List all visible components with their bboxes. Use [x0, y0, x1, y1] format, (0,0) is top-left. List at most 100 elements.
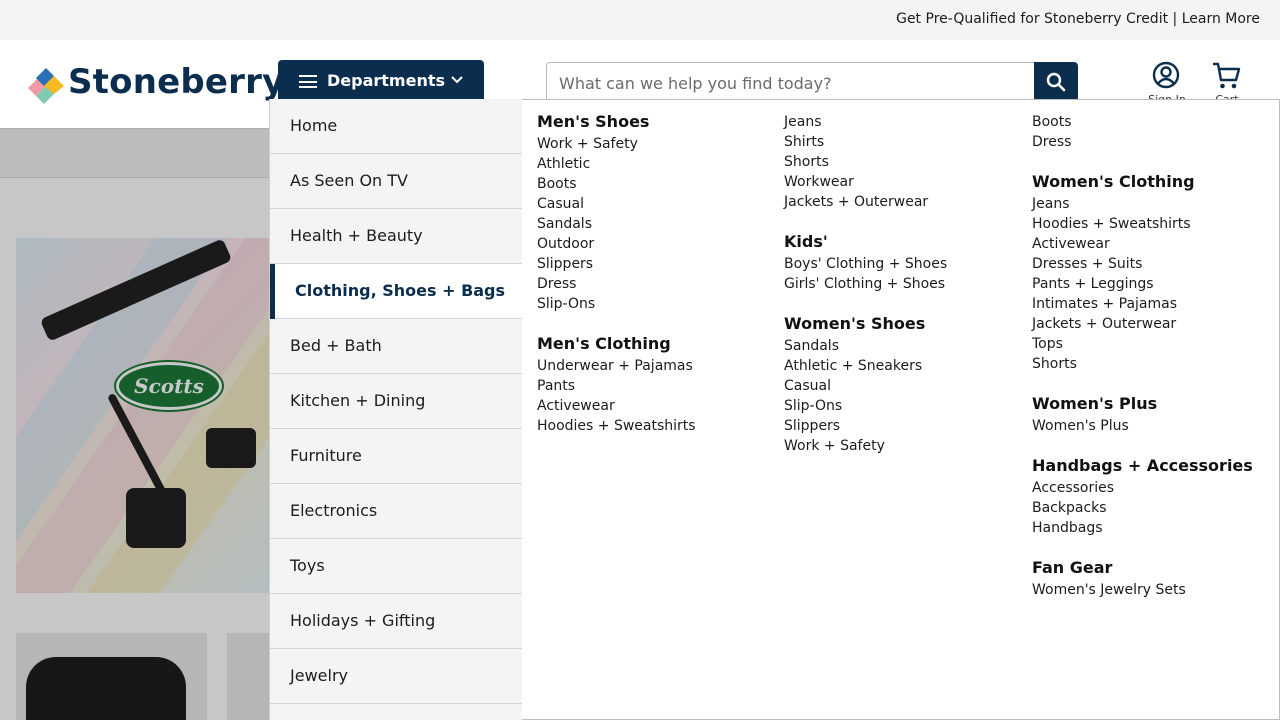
cart-button[interactable]: Cart	[1210, 60, 1244, 101]
prequalify-link[interactable]: Get Pre-Qualified for Stoneberry Credit	[896, 11, 1168, 27]
department-label: Jewelry	[290, 666, 348, 685]
flyout-link-slip-ons[interactable]: Slip-Ons	[537, 294, 777, 314]
flyout-link-sandals[interactable]: Sandals	[537, 214, 777, 234]
department-item-health-beauty[interactable]: Health + Beauty	[270, 209, 523, 264]
department-label: As Seen On TV	[290, 171, 408, 190]
flyout-heading-women-s-clothing[interactable]: Women's Clothing	[1032, 172, 1272, 192]
flyout-heading-men-s-shoes[interactable]: Men's Shoes	[537, 112, 777, 132]
department-item-jewelry[interactable]: Jewelry	[270, 649, 523, 704]
department-item-clothing-shoes-bags[interactable]: Clothing, Shoes + Bags	[270, 264, 523, 319]
flyout-link-accessories[interactable]: Accessories	[1032, 478, 1272, 498]
flyout-link-underwear-pajamas[interactable]: Underwear + Pajamas	[537, 356, 777, 376]
search-icon	[1046, 72, 1066, 92]
stoneberry-logo[interactable]: Stoneberry	[24, 62, 284, 106]
flyout-link-sandals[interactable]: Sandals	[784, 336, 1024, 356]
flyout-link-backpacks[interactable]: Backpacks	[1032, 498, 1272, 518]
flyout-link-activewear[interactable]: Activewear	[1032, 234, 1272, 254]
flyout-link-shirts[interactable]: Shirts	[784, 132, 1024, 152]
flyout-link-dress[interactable]: Dress	[1032, 132, 1272, 152]
departments-button[interactable]: Departments	[278, 60, 484, 102]
department-label: Toys	[290, 556, 325, 575]
flyout-link-shorts[interactable]: Shorts	[1032, 354, 1272, 374]
flyout-link-athletic-sneakers[interactable]: Athletic + Sneakers	[784, 356, 1024, 376]
departments-label: Departments	[327, 71, 446, 90]
flyout-link-hoodies-sweatshirts[interactable]: Hoodies + Sweatshirts	[1032, 214, 1272, 234]
flyout-link-athletic[interactable]: Athletic	[537, 154, 777, 174]
learn-more-link[interactable]: Learn More	[1182, 11, 1260, 27]
flyout-link-women-s-plus[interactable]: Women's Plus	[1032, 416, 1272, 436]
group-handbags-accessories: Handbags + Accessories Accessories Backpac…	[1032, 456, 1272, 538]
flyout-link-work-safety[interactable]: Work + Safety	[784, 436, 1024, 456]
flyout-link-activewear[interactable]: Activewear	[537, 396, 777, 416]
logo-wordmark: Stoneberry	[68, 62, 285, 102]
department-item-furniture[interactable]: Furniture	[270, 429, 523, 484]
flyout-link-slip-ons[interactable]: Slip-Ons	[784, 396, 1024, 416]
flyout-heading-handbags-accessories[interactable]: Handbags + Accessories	[1032, 456, 1272, 476]
flyout-column-2: Jeans Shirts Shorts Workwear Jackets + Outer…	[784, 112, 1024, 476]
flyout-link-jackets-outerwear[interactable]: Jackets + Outerwear	[784, 192, 1024, 212]
departments-flyout: Men's Shoes Work + Safety Athletic Boots Cas…	[522, 99, 1280, 720]
flyout-link-pants[interactable]: Pants	[537, 376, 777, 396]
flyout-column-3: Boots Dress Women's Clothing Jeans Hoodies …	[1032, 112, 1272, 620]
department-label: Kitchen + Dining	[290, 391, 426, 410]
group-womens-shoes-continued: Boots Dress	[1032, 112, 1272, 152]
flyout-link-women-s-jewelry-sets[interactable]: Women's Jewelry Sets	[1032, 580, 1272, 600]
department-item-as-seen-on-tv[interactable]: As Seen On TV	[270, 154, 523, 209]
flyout-link-work-safety[interactable]: Work + Safety	[537, 134, 777, 154]
department-label: Holidays + Gifting	[290, 611, 436, 630]
flyout-link-boots[interactable]: Boots	[1032, 112, 1272, 132]
flyout-heading-kids[interactable]: Kids'	[784, 232, 1024, 252]
chevron-down-icon	[451, 76, 463, 84]
department-label: Furniture	[290, 446, 362, 465]
promo-bar: Get Pre-Qualified for Stoneberry Credit …	[0, 0, 1280, 40]
flyout-link-boys-clothing-shoes[interactable]: Boys' Clothing + Shoes	[784, 254, 1024, 274]
flyout-link-boots[interactable]: Boots	[537, 174, 777, 194]
department-label: Electronics	[290, 501, 378, 520]
flyout-link-jackets-outerwear[interactable]: Jackets + Outerwear	[1032, 314, 1272, 334]
department-item-holidays-gifting[interactable]: Holidays + Gifting	[270, 594, 523, 649]
department-label: Health + Beauty	[290, 226, 423, 245]
flyout-link-slippers[interactable]: Slippers	[784, 416, 1024, 436]
account-icon	[1152, 61, 1180, 89]
flyout-link-workwear[interactable]: Workwear	[784, 172, 1024, 192]
flyout-link-shorts[interactable]: Shorts	[784, 152, 1024, 172]
account-button[interactable]: Sign In	[1148, 60, 1186, 101]
search-input[interactable]	[559, 72, 1019, 94]
flyout-link-jeans[interactable]: Jeans	[1032, 194, 1272, 214]
department-item-home[interactable]: Home	[270, 99, 523, 154]
flyout-link-pants-leggings[interactable]: Pants + Leggings	[1032, 274, 1272, 294]
department-item-electronics[interactable]: Electronics	[270, 484, 523, 539]
flyout-link-casual[interactable]: Casual	[784, 376, 1024, 396]
department-item-bed-bath[interactable]: Bed + Bath	[270, 319, 523, 374]
group-mens-clothing-continued: Jeans Shirts Shorts Workwear Jackets + Outer…	[784, 112, 1024, 212]
flyout-heading-fan-gear[interactable]: Fan Gear	[1032, 558, 1272, 578]
flyout-link-slippers[interactable]: Slippers	[537, 254, 777, 274]
flyout-link-dress[interactable]: Dress	[537, 274, 777, 294]
group-womens-plus: Women's Plus Women's Plus	[1032, 394, 1272, 436]
flyout-heading-women-s-plus[interactable]: Women's Plus	[1032, 394, 1272, 414]
group-womens-clothing: Women's Clothing Jeans Hoodies + Sweatshir…	[1032, 172, 1272, 374]
department-item-toys[interactable]: Toys	[270, 539, 523, 594]
flyout-link-dresses-suits[interactable]: Dresses + Suits	[1032, 254, 1272, 274]
flyout-link-outdoor[interactable]: Outdoor	[537, 234, 777, 254]
group-mens-clothing: Men's Clothing Underwear + Pajamas Pants Ac…	[537, 334, 777, 436]
flyout-heading-men-s-clothing[interactable]: Men's Clothing	[537, 334, 777, 354]
flyout-link-girls-clothing-shoes[interactable]: Girls' Clothing + Shoes	[784, 274, 1024, 294]
flyout-link-tops[interactable]: Tops	[1032, 334, 1272, 354]
flyout-link-hoodies-sweatshirts[interactable]: Hoodies + Sweatshirts	[537, 416, 777, 436]
promo-separator: |	[1168, 11, 1182, 27]
group-kids: Kids' Boys' Clothing + Shoes Girls' Clothi…	[784, 232, 1024, 294]
cart-icon	[1213, 62, 1241, 89]
group-fan-gear: Fan Gear Women's Jewelry Sets	[1032, 558, 1272, 600]
group-mens-shoes: Men's Shoes Work + Safety Athletic Boots Cas…	[537, 112, 777, 314]
flyout-link-casual[interactable]: Casual	[537, 194, 777, 214]
group-womens-shoes: Women's Shoes Sandals Athletic + Sneakers C…	[784, 314, 1024, 456]
flyout-link-intimates-pajamas[interactable]: Intimates + Pajamas	[1032, 294, 1272, 314]
department-item-kitchen-dining[interactable]: Kitchen + Dining	[270, 374, 523, 429]
flyout-heading-women-s-shoes[interactable]: Women's Shoes	[784, 314, 1024, 334]
search-button[interactable]	[1034, 62, 1078, 102]
flyout-link-handbags[interactable]: Handbags	[1032, 518, 1272, 538]
flyout-link-jeans[interactable]: Jeans	[784, 112, 1024, 132]
departments-menu: Home As Seen On TV Health + Beauty Clothing…	[269, 99, 523, 720]
search-box	[546, 62, 1034, 102]
